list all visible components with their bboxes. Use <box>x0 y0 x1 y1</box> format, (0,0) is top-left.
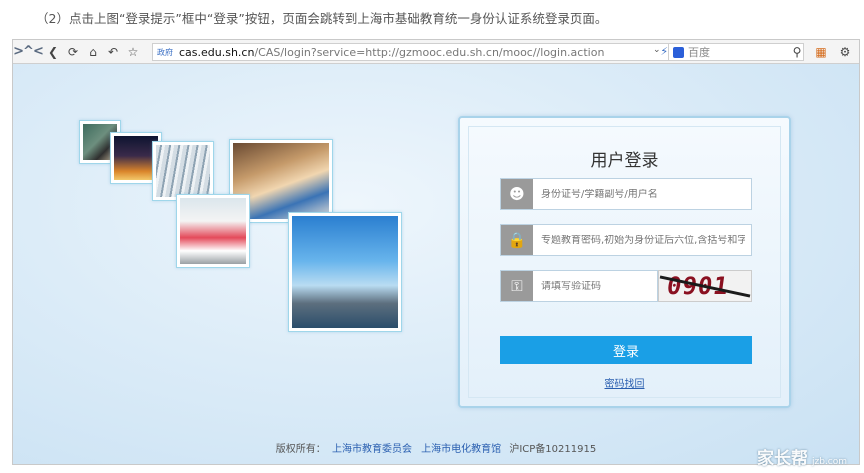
search-box[interactable]: 百度 <box>668 43 804 61</box>
footer-link-audio-visual-center[interactable]: 上海市电化教育馆 <box>421 444 501 455</box>
home-icon[interactable]: ⌂ <box>83 42 103 62</box>
forgot-password-link[interactable]: 密码找回 <box>460 375 789 390</box>
watermark-brand: 家长帮 <box>757 449 808 469</box>
favorite-star-icon[interactable]: ☆ <box>123 42 143 62</box>
login-panel: 用户登录 ☻ 🔒 ⚿ 0901 登录 密码找回 <box>458 116 791 408</box>
key-icon: ⚿ <box>501 271 533 301</box>
apps-grid-icon[interactable]: ▦ <box>811 42 831 62</box>
address-path: /CAS/login?service=http://gzmooc.edu.sh.… <box>254 45 605 59</box>
login-page: 用户登录 ☻ 🔒 ⚿ 0901 登录 密码找回 版权所有： 上海市教育 <box>13 64 859 464</box>
captcha-field[interactable]: ⚿ <box>500 270 658 302</box>
browser-window: >^< ❮ ⟳ ⌂ ↶ ☆ 政府 cas.edu.sh.cn /CAS/logi… <box>12 39 860 465</box>
footer-link-education-commission[interactable]: 上海市教育委员会 <box>332 444 412 455</box>
copyright-label: 版权所有： <box>275 444 326 455</box>
search-placeholder: 百度 <box>688 46 710 59</box>
lock-icon: 🔒 <box>501 225 533 255</box>
password-input[interactable] <box>533 234 745 246</box>
undo-icon[interactable]: ↶ <box>103 42 123 62</box>
photo-girl-book <box>176 194 250 268</box>
username-field[interactable]: ☻ <box>500 178 752 210</box>
watermark: 家长帮 jzb.com <box>757 444 847 469</box>
page-footer: 版权所有： 上海市教育委员会 上海市电化教育馆 沪ICP备10211915 <box>13 440 859 455</box>
address-host: cas.edu.sh.cn <box>179 45 255 59</box>
captcha-image[interactable]: 0901 <box>658 270 752 302</box>
search-engine-icon <box>673 46 684 58</box>
address-bar[interactable]: 政府 cas.edu.sh.cn /CAS/login?service=http… <box>152 43 687 61</box>
icp-number: 沪ICP备10211915 <box>509 444 597 455</box>
back-icon[interactable]: ❮ <box>43 42 63 62</box>
page-caption: （2）点击上图“登录提示”框中“登录”按钮，页面会跳转到上海市基础教育统一身份认… <box>36 11 608 26</box>
search-icon[interactable]: ⚲ <box>787 42 807 62</box>
username-input[interactable] <box>533 188 745 200</box>
address-dropdown-icon[interactable]: ⌄ <box>653 45 661 55</box>
user-icon: ☻ <box>501 179 533 209</box>
browser-logo-icon: >^< <box>13 44 44 59</box>
login-title: 用户登录 <box>590 151 659 171</box>
photo-building <box>152 141 214 201</box>
settings-gear-icon[interactable]: ⚙ <box>835 42 855 62</box>
photo-shanghai-skyline <box>288 212 402 332</box>
captcha-input[interactable] <box>533 280 651 292</box>
refresh-icon[interactable]: ⟳ <box>63 42 83 62</box>
gov-site-badge: 政府 <box>157 47 173 57</box>
password-field[interactable]: 🔒 <box>500 224 752 256</box>
browser-toolbar: >^< ❮ ⟳ ⌂ ↶ ☆ 政府 cas.edu.sh.cn /CAS/logi… <box>13 40 859 64</box>
lightning-icon[interactable]: ⚡ <box>660 45 668 58</box>
login-button[interactable]: 登录 <box>500 336 752 364</box>
watermark-site: jzb.com <box>812 457 848 467</box>
